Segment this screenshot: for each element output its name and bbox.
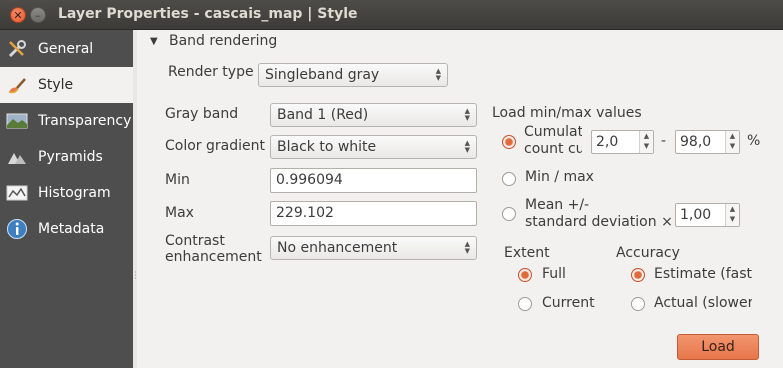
sidebar-item-style[interactable]: Style — [0, 67, 133, 103]
sidebar-item-label: General — [38, 41, 94, 57]
mean-stddev-radio[interactable] — [502, 207, 516, 221]
max-label: Max — [165, 205, 194, 221]
mean-line1: Mean +/- — [525, 197, 590, 213]
color-gradient-label: Color gradient — [165, 138, 265, 154]
color-gradient-select[interactable]: Black to white ▲ ▼ — [270, 135, 477, 159]
minimize-window-button[interactable]: – — [30, 7, 46, 23]
extent-full-radio[interactable] — [518, 268, 532, 282]
cumulative-count-label[interactable]: Cumulati count cu — [524, 124, 582, 158]
render-type-value: Singleband gray — [265, 67, 380, 83]
accuracy-title: Accuracy — [616, 245, 680, 261]
stddev-value: 1,00 — [680, 207, 712, 223]
range-dash: - — [661, 133, 667, 149]
stddev-spinbox[interactable]: 1,00 ▲ ▼ — [675, 203, 740, 227]
accuracy-actual-label[interactable]: Actual (slower) — [654, 295, 752, 311]
sidebar: General Style Transparency Pyramids Hist… — [0, 30, 133, 368]
band-rendering-section-title[interactable]: Band rendering — [169, 33, 277, 49]
spinbox-arrows-icon[interactable]: ▲ ▼ — [725, 204, 739, 226]
minimize-icon: – — [35, 8, 41, 22]
contrast-label-line2: enhancement — [165, 249, 262, 265]
collapse-triangle-icon[interactable]: ▼ — [150, 36, 158, 47]
contrast-enhancement-select[interactable]: No enhancement ▲ ▼ — [270, 236, 477, 260]
combo-arrows-icon: ▲ ▼ — [435, 67, 441, 82]
spinbox-arrows-icon[interactable]: ▲ ▼ — [639, 131, 653, 153]
accuracy-estimate-radio[interactable] — [631, 268, 645, 282]
sidebar-item-label: Style — [38, 77, 74, 93]
extent-title: Extent — [504, 245, 550, 261]
gray-band-label: Gray band — [165, 106, 239, 122]
sidebar-item-metadata[interactable]: Metadata — [0, 211, 133, 247]
sidebar-item-label: Transparency — [38, 113, 132, 129]
minmax-radio[interactable] — [502, 172, 516, 186]
contrast-label-line1: Contrast — [165, 233, 225, 249]
sidebar-item-label: Pyramids — [38, 149, 103, 165]
info-icon — [6, 218, 28, 240]
contrast-enhancement-value: No enhancement — [277, 240, 398, 256]
histogram-icon — [6, 182, 28, 204]
percent-label: % — [747, 133, 761, 149]
load-button[interactable]: Load — [677, 334, 759, 360]
max-input[interactable]: 229.102 — [270, 201, 477, 226]
color-gradient-value: Black to white — [277, 139, 377, 155]
title-bar: ✕ – Layer Properties - cascais_map | Sty… — [0, 0, 783, 30]
accuracy-estimate-label[interactable]: Estimate (faste — [654, 266, 752, 282]
combo-arrows-icon: ▲ ▼ — [464, 240, 470, 255]
render-type-label: Render type — [168, 64, 254, 80]
minmax-label[interactable]: Min / max — [525, 169, 594, 185]
cumulative-high-spinbox[interactable]: 98,0 ▲ ▼ — [675, 130, 740, 154]
combo-arrows-icon: ▲ ▼ — [464, 107, 470, 122]
cumulative-low-spinbox[interactable]: 2,0 ▲ ▼ — [591, 130, 654, 154]
gray-band-select[interactable]: Band 1 (Red) ▲ ▼ — [270, 103, 477, 127]
combo-arrows-icon: ▲ ▼ — [464, 139, 470, 154]
accuracy-actual-radio[interactable] — [631, 297, 645, 311]
close-icon: ✕ — [13, 8, 23, 22]
sidebar-item-histogram[interactable]: Histogram — [0, 175, 133, 211]
pyramids-icon — [6, 146, 28, 168]
window-title: Layer Properties - cascais_map | Style — [58, 6, 358, 22]
cumulative-line2: count cu — [524, 141, 582, 157]
render-type-select[interactable]: Singleband gray ▲ ▼ — [258, 63, 448, 87]
wrench-screwdriver-icon — [6, 38, 28, 60]
spinbox-arrows-icon[interactable]: ▲ ▼ — [725, 131, 739, 153]
gray-band-value: Band 1 (Red) — [277, 107, 369, 123]
contrast-enhancement-label: Contrast enhancement — [165, 233, 262, 265]
cumulative-high-value: 98,0 — [680, 134, 712, 150]
cumulative-low-value: 2,0 — [596, 134, 619, 150]
extent-current-label[interactable]: Current — [542, 295, 595, 311]
min-label: Min — [165, 172, 190, 188]
sidebar-item-label: Metadata — [38, 221, 105, 237]
cumulative-count-radio[interactable] — [502, 135, 516, 149]
mean-stddev-label[interactable]: Mean +/- standard deviation × — [525, 197, 673, 231]
min-input[interactable]: 0.996094 — [270, 168, 477, 193]
mean-line2: standard deviation × — [525, 214, 673, 230]
paintbrush-icon — [6, 74, 28, 96]
sidebar-item-transparency[interactable]: Transparency — [0, 103, 133, 139]
sidebar-item-general[interactable]: General — [0, 31, 133, 67]
sidebar-item-label: Histogram — [38, 185, 111, 201]
close-window-button[interactable]: ✕ — [10, 7, 26, 23]
extent-current-radio[interactable] — [518, 297, 532, 311]
extent-full-label[interactable]: Full — [542, 266, 566, 282]
sidebar-item-pyramids[interactable]: Pyramids — [0, 139, 133, 175]
transparency-icon — [6, 110, 28, 132]
load-minmax-title: Load min/max values — [492, 105, 642, 121]
cumulative-line1: Cumulati — [524, 124, 582, 140]
style-panel: ▼ Band rendering Render type Singleband … — [137, 30, 783, 368]
